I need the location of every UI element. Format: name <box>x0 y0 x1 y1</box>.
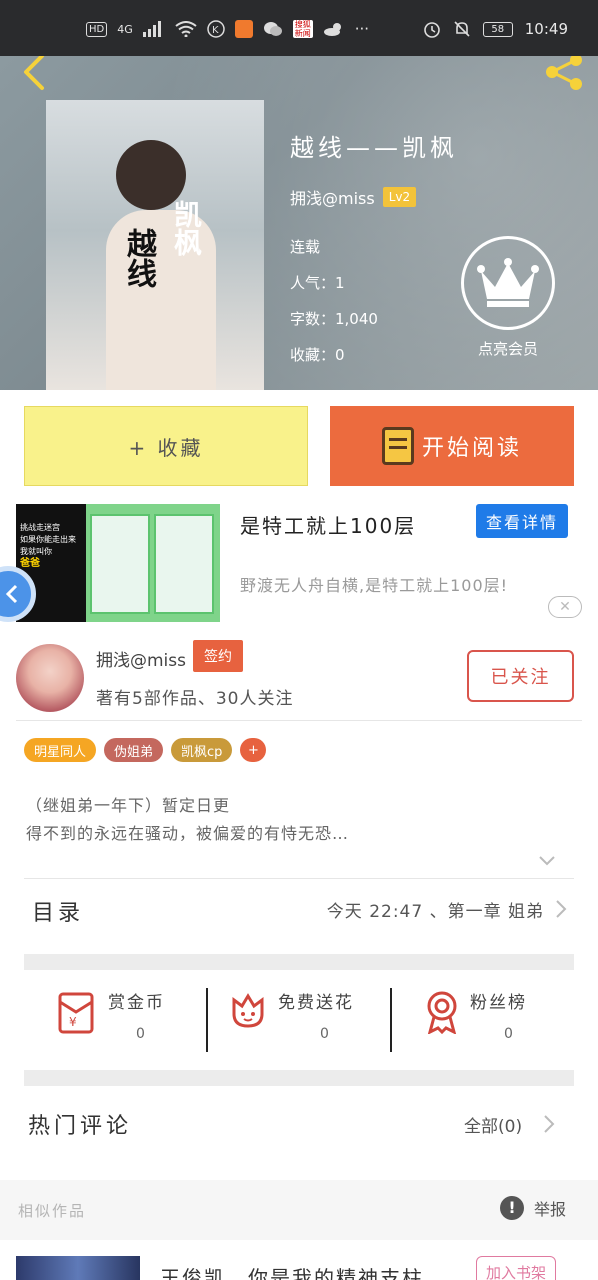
flower-icon <box>232 993 264 1028</box>
section-divider <box>24 954 574 970</box>
news-icon: 搜狐新闻 <box>292 20 313 38</box>
k-app-icon: K <box>207 20 225 38</box>
description-line1: （继姐弟一年下）暂定日更 <box>26 796 231 815</box>
signal-icon <box>142 21 161 37</box>
cover-title-b: 凯枫 <box>170 200 203 256</box>
divider <box>16 720 582 721</box>
fan-ranking-value: 0 <box>504 1026 513 1042</box>
expand-description-icon[interactable] <box>538 852 556 870</box>
more-notifications: ··· <box>354 20 370 38</box>
start-reading-label: 开始阅读 <box>421 436 522 461</box>
book-hero: 越线 凯枫 越线——凯枫 拥浅@miss Lv2 连载 人气：1 字数：1,04… <box>0 56 598 390</box>
author-name[interactable]: 拥浅@miss <box>96 646 186 671</box>
similar-book-card[interactable]: 王俊凯，你是我的精神支柱 加入书架 <box>0 1240 598 1280</box>
book-word-count: 字数：1,040 <box>290 310 378 328</box>
free-flower-value: 0 <box>320 1026 329 1042</box>
add-tag-button[interactable]: + <box>240 738 267 762</box>
book-icon <box>381 427 414 465</box>
chevron-left-icon <box>5 584 18 604</box>
back-arrow-icon[interactable] <box>16 56 56 92</box>
divider <box>206 988 208 1052</box>
follow-button[interactable]: 已关注 <box>467 650 574 702</box>
chevron-right-icon[interactable] <box>542 1114 556 1134</box>
book-status: 连载 <box>290 238 321 256</box>
reward-coins-button[interactable]: ¥ 赏金币 0 <box>50 986 190 1052</box>
book-author[interactable]: 拥浅@miss <box>290 185 375 209</box>
book-cover[interactable]: 越线 凯枫 <box>46 100 264 390</box>
share-icon[interactable] <box>542 56 588 92</box>
book-info: 越线——凯枫 拥浅@miss Lv2 连载 人气：1 字数：1,040 收藏：0 <box>290 128 458 373</box>
book-title: 越线——凯枫 <box>290 134 458 162</box>
ad-details-button[interactable]: 查看详情 <box>476 504 568 538</box>
book-popularity: 人气：1 <box>290 274 345 292</box>
alarm-icon <box>423 22 440 38</box>
tag-pseudo-siblings[interactable]: 伪姐弟 <box>104 738 164 762</box>
cover-title-a: 越线 <box>121 228 156 288</box>
chevron-right-icon <box>556 900 567 918</box>
svg-text:¥: ¥ <box>69 1015 77 1029</box>
report-button[interactable]: ! 举报 <box>500 1196 566 1220</box>
tag-kaifeng-cp[interactable]: 凯枫cp <box>171 738 233 762</box>
vip-label: 点亮会员 <box>477 340 538 358</box>
status-bar: HD 4G K 搜狐新闻 ··· 58 10:49 <box>0 0 598 56</box>
tag-list: 明星同人 伪姐弟 凯枫cp + <box>24 738 267 762</box>
description-line2: 得不到的永远在骚动，被偏爱的有恃无恐… <box>26 824 350 843</box>
author-avatar[interactable] <box>16 644 84 712</box>
fan-ranking-label: 粉丝榜 <box>470 993 527 1013</box>
weather-icon <box>323 23 341 36</box>
divider <box>390 988 392 1052</box>
medal-icon <box>427 991 457 1034</box>
table-of-contents-row[interactable]: 目录 今天 22:47 、第一章 姐弟 <box>24 878 574 938</box>
free-flower-button[interactable]: 免费送花 0 <box>226 986 376 1052</box>
ad-description: 野渡无人舟自横,是特工就上100层! <box>240 576 509 595</box>
reward-coins-value: 0 <box>136 1026 145 1042</box>
fan-ranking-button[interactable]: 粉丝榜 0 <box>420 986 560 1052</box>
ad-title[interactable]: 是特工就上100层 <box>240 510 416 539</box>
latest-chapter: 今天 22:47 、第一章 姐弟 <box>326 902 544 922</box>
signed-badge: 签约 <box>193 640 243 672</box>
add-to-shelf-button[interactable]: 加入书架 <box>476 1256 556 1280</box>
red-envelope-icon: ¥ <box>58 992 94 1034</box>
similar-works-label: 相似作品 <box>18 1202 87 1220</box>
battery-icon: 58 <box>482 21 513 37</box>
ad-img-line1: 挑战走迷宫 <box>20 523 60 532</box>
author-stats: 著有5部作品、30人关注 <box>96 689 294 709</box>
svg-text:K: K <box>212 25 219 36</box>
hd-indicator: HD <box>86 21 108 37</box>
mute-icon <box>454 21 470 37</box>
similar-book-title[interactable]: 王俊凯，你是我的精神支柱 <box>160 1262 424 1280</box>
crown-icon <box>477 258 539 307</box>
similar-book-cover[interactable] <box>16 1256 140 1280</box>
ad-img-line3: 我就叫你 <box>20 547 52 556</box>
all-comments-link[interactable]: 全部(0) <box>464 1112 522 1137</box>
ad-img-line4: 爸爸 <box>20 558 40 569</box>
warning-icon: ! <box>500 1196 524 1220</box>
ad-image[interactable]: 挑战走迷宫 如果你能走出来 我就叫你 爸爸 <box>16 504 220 622</box>
hot-comments-title: 热门评论 <box>28 1114 133 1139</box>
book-description: （继姐弟一年下）暂定日更 得不到的永远在骚动，被偏爱的有恃无恐… <box>26 792 349 848</box>
tag-celebrity-fanfic[interactable]: 明星同人 <box>24 738 97 762</box>
app-notification-icon <box>234 20 253 38</box>
ad-img-line2: 如果你能走出来 <box>20 535 76 544</box>
network-indicator: 4G <box>117 22 133 36</box>
reward-coins-label: 赏金币 <box>108 993 165 1013</box>
clock: 10:49 <box>524 20 568 38</box>
book-detail-panel: + 收藏 开始阅读 挑战走迷宫 如果你能走出来 我就叫你 爸爸 是特工就上100… <box>0 390 598 1280</box>
ad-close-icon[interactable]: ✕ <box>548 596 582 618</box>
free-flower-label: 免费送花 <box>278 993 354 1013</box>
wechat-icon <box>263 22 282 36</box>
start-reading-button[interactable]: 开始阅读 <box>330 406 574 486</box>
level-badge: Lv2 <box>382 187 417 207</box>
section-divider <box>24 1070 574 1086</box>
wifi-icon <box>175 21 197 37</box>
collect-button[interactable]: + 收藏 <box>24 406 308 486</box>
vip-member-button[interactable]: 点亮会员 <box>460 236 556 359</box>
report-label: 举报 <box>534 1200 567 1219</box>
book-favorites: 收藏：0 <box>290 346 345 364</box>
toc-label: 目录 <box>32 901 85 926</box>
